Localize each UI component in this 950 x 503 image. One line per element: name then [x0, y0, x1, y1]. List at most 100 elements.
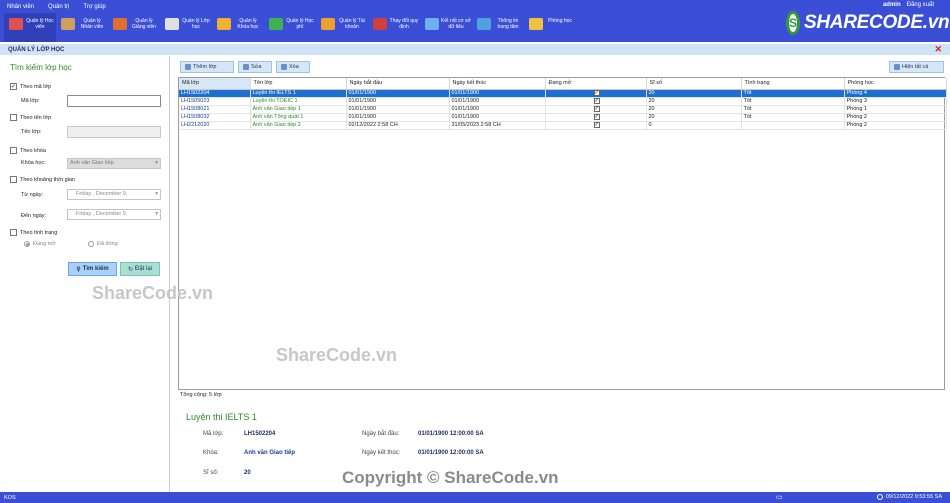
cell-size: 0 — [646, 121, 742, 130]
checkbox-icon[interactable]: ✓ — [593, 106, 600, 112]
col-header-open[interactable]: Đang mở — [545, 78, 647, 90]
from-date-picker[interactable]: Friday , December 9, ▾ — [67, 189, 161, 200]
checkbox-icon[interactable]: ✓ — [593, 90, 600, 96]
filter-by-name-label: Theo tên lớp — [20, 114, 52, 121]
table-row[interactable]: LH1508021 Anh văn Giao tiếp 1 01/01/1900 01… — [179, 105, 947, 114]
staff-icon — [61, 18, 75, 30]
ribbon-button-label: Thay đổi quy định — [389, 18, 419, 30]
filter-by-status-checkbox[interactable]: Theo tình trạng — [10, 229, 57, 236]
cell-size: 20 — [646, 105, 742, 114]
table-row[interactable]: LH1505023 Luyện thi TOEIC 1 01/01/1900 01/0… — [179, 97, 947, 106]
col-header-start[interactable]: Ngày bắt đầu — [346, 78, 450, 90]
class-code-input[interactable] — [67, 95, 161, 107]
menu-quan-tri[interactable]: Quản trị — [41, 4, 76, 10]
edit-icon — [243, 64, 249, 70]
cell-start: 02/12/2022 2:58 CH — [346, 121, 450, 130]
class-name-input[interactable] — [67, 126, 161, 138]
table-row[interactable]: LH1502204 Luyện thi IELTS 1 01/01/1900 01/0… — [179, 89, 947, 98]
ribbon-button-9[interactable]: Kết nối cơ sở dữ liệu — [420, 13, 472, 42]
menu-tro-giup[interactable]: Trợ giúp — [76, 4, 112, 10]
menu-nhan-vien[interactable]: Nhân viên — [0, 4, 41, 10]
col-header-size[interactable]: Sĩ số — [646, 78, 742, 90]
delete-class-button[interactable]: Xóa — [276, 61, 310, 73]
status-open-radio[interactable]: Đang mở — [24, 241, 56, 247]
detail-code-value: LH1502204 — [244, 431, 276, 437]
ribbon-button-11[interactable]: Phòng học — [524, 13, 576, 42]
col-header-name[interactable]: Tên lớp — [250, 78, 347, 90]
ribbon-button-6[interactable]: Quản lý Học phí — [264, 13, 316, 42]
rules-icon — [373, 18, 387, 30]
table-row[interactable]: LH1508032 Anh văn Tổng quát 1 01/01/1900 01… — [179, 113, 947, 122]
cell-code: LH1502204 — [179, 89, 251, 98]
detail-size-label: Sĩ số: — [203, 470, 219, 476]
ribbon-button-5[interactable]: Quản lý Khóa học — [212, 13, 264, 42]
edit-class-button[interactable]: Sửa — [238, 61, 272, 73]
col-header-end[interactable]: Ngày kết thúc — [449, 78, 546, 90]
filter-by-time-checkbox[interactable]: Theo khoảng thời gian — [10, 176, 75, 183]
status-closed-radio[interactable]: Đã đóng — [88, 241, 118, 247]
show-all-button[interactable]: Hiện tất cả — [889, 61, 944, 73]
refresh-icon: ↻ — [127, 266, 133, 273]
watermark-text: ShareCode.vn — [92, 283, 214, 303]
database-icon — [425, 18, 439, 30]
cell-status: Tốt — [741, 113, 845, 122]
cell-size: 20 — [646, 89, 742, 98]
ribbon-button-label: Quản lý Giảng viên — [132, 18, 156, 30]
search-panel-header: Tìm kiếm lớp học — [10, 63, 72, 72]
add-class-button[interactable]: Thêm lớp — [180, 61, 234, 73]
logo-text: SHARECODE.vn — [804, 12, 950, 33]
search-button[interactable]: ⚲ Tìm kiếm — [68, 262, 117, 276]
cell-size: 20 — [646, 97, 742, 106]
cell-status: Tốt — [741, 97, 845, 106]
checkbox-icon[interactable]: ✓ — [593, 98, 600, 104]
class-grid[interactable]: Mã lớp Tên lớp Ngày bắt đầu Ngày kết thú… — [178, 77, 947, 390]
cell-start: 01/01/1900 — [346, 113, 450, 122]
cell-room: Phòng 1 — [844, 105, 947, 114]
col-header-status[interactable]: Tình trạng — [741, 78, 845, 90]
cell-room: Phòng 2 — [844, 121, 947, 130]
checkmark-icon: ✓ — [10, 83, 17, 90]
ribbon-button-7[interactable]: Quản lý Tài khoản — [316, 13, 368, 42]
col-header-room[interactable]: Phòng học — [844, 78, 947, 90]
ribbon-button-10[interactable]: Thông tin trung tâm — [472, 13, 524, 42]
table-row[interactable]: LH2212020 Anh văn Giao tiếp 2 02/12/2022 2… — [179, 121, 947, 130]
filter-by-course-label: Theo khóa — [20, 147, 46, 154]
col-header-code[interactable]: Mã lớp — [179, 78, 251, 90]
ribbon-button-2[interactable]: Quản lý Nhân viên — [56, 13, 108, 42]
checkbox-icon[interactable]: ✓ — [593, 114, 600, 120]
tuition-icon — [269, 18, 283, 30]
ribbon-button-8[interactable]: Thay đổi quy định — [368, 13, 420, 42]
reset-button[interactable]: ↻ Đặt lại — [120, 262, 160, 276]
course-select[interactable]: Anh văn Giao tiếp ▾ — [67, 158, 161, 169]
copyright-watermark: Copyright © ShareCode.vn — [342, 468, 559, 487]
course-icon — [217, 18, 231, 30]
search-panel: Tìm kiếm lớp học ✓ Theo mã lớp Mã lớp: T… — [0, 56, 170, 492]
filter-by-course-checkbox[interactable]: Theo khóa — [10, 147, 46, 154]
ribbon-button-3[interactable]: Quản lý Giảng viên — [108, 13, 160, 42]
filter-by-code-checkbox[interactable]: ✓ Theo mã lớp — [10, 83, 51, 90]
to-date-picker[interactable]: Friday , December 9, ▾ — [67, 209, 161, 220]
ribbon-button-1[interactable]: Quản lý Học viên — [4, 13, 56, 42]
detail-end-label: Ngày kết thúc: — [362, 450, 401, 456]
room-icon — [529, 18, 543, 30]
classroom-icon — [165, 18, 179, 30]
cell-code: LH1508032 — [179, 113, 251, 122]
monitor-icon: ▭ — [776, 494, 783, 501]
cell-code: LH1508021 — [179, 105, 251, 114]
clock-icon — [876, 494, 883, 500]
cell-code: LH1505023 — [179, 97, 251, 106]
teacher-icon — [113, 18, 127, 30]
checkbox-icon[interactable]: ✓ — [593, 122, 600, 128]
cell-end: 01/01/1900 — [449, 97, 546, 106]
cell-status: Tốt — [741, 89, 845, 98]
ribbon-button-4[interactable]: Quản lý Lớp học — [160, 13, 212, 42]
ribbon-button-label: Quản lý Tài khoản — [339, 18, 365, 30]
course-label: Khóa học: — [21, 160, 46, 166]
close-icon[interactable]: ✕ — [934, 44, 942, 55]
from-date-label: Từ ngày: — [21, 192, 44, 198]
detail-start-label: Ngày bắt đầu: — [362, 431, 400, 437]
filter-by-name-checkbox[interactable]: Theo tên lớp — [10, 114, 51, 121]
cell-open: ✓ — [545, 105, 647, 114]
detail-title: Luyện thi IELTS 1 — [186, 412, 257, 422]
cell-status: Tốt — [741, 105, 845, 114]
